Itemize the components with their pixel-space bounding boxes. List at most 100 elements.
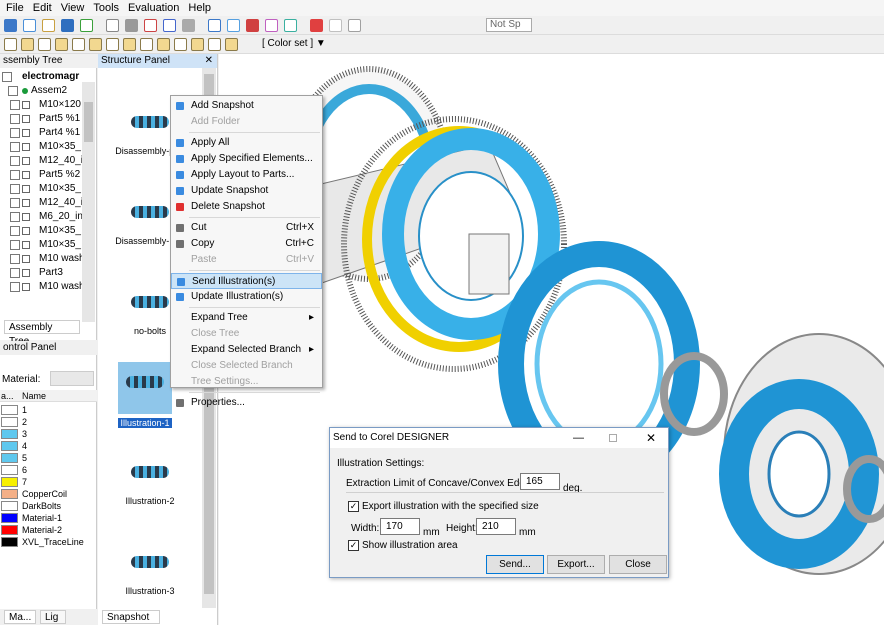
material-row[interactable]: 7 (0, 476, 97, 488)
toolbar-button-icon[interactable] (174, 38, 187, 51)
tree-item[interactable]: M10×35_ (10, 182, 81, 196)
checkbox[interactable] (10, 254, 20, 264)
checkbox[interactable] (10, 128, 20, 138)
snapshot-thumbnail[interactable]: Illustration-1 (118, 362, 172, 428)
menu-item-apply-layout-to-parts[interactable]: Apply Layout to Parts... (171, 167, 322, 183)
tree-assem[interactable]: Assem2 (8, 84, 67, 98)
menu-tools[interactable]: Tools (93, 2, 119, 14)
tree-item[interactable]: M6_20_in (10, 210, 83, 224)
menu-view[interactable]: View (61, 2, 85, 14)
tree-root[interactable]: electromagr (0, 70, 79, 84)
tree-item[interactable]: M12_40_i (10, 154, 83, 168)
tree-item[interactable]: M12_40_i (10, 196, 83, 210)
tree-item[interactable]: M10×35_ (10, 140, 81, 154)
close-button[interactable]: Close (609, 555, 667, 574)
minimize-icon[interactable]: — (573, 428, 584, 448)
material-row[interactable]: 5 (0, 452, 97, 464)
menu-file[interactable]: File (6, 2, 24, 14)
toolbar-button-icon[interactable] (157, 38, 170, 51)
toolbar-button-icon[interactable] (163, 19, 176, 32)
menu-item-send-illustration-s[interactable]: Send Illustration(s) (171, 273, 322, 289)
material-row[interactable]: Material-1 (0, 512, 97, 524)
checkbox[interactable] (10, 282, 20, 292)
tree-item[interactable]: M10 wash (10, 280, 85, 294)
toolbar-button-icon[interactable] (208, 38, 221, 51)
tree-item[interactable]: M10×35_ (10, 224, 81, 238)
menu-item-delete-snapshot[interactable]: Delete Snapshot (171, 199, 322, 215)
materials-tab[interactable]: Ma... (4, 610, 36, 624)
toolbar-button-icon[interactable] (42, 19, 55, 32)
toolbar-button-icon[interactable] (55, 38, 68, 51)
material-selector[interactable] (50, 371, 94, 386)
menu-item-update-illustration-s[interactable]: Update Illustration(s) (171, 289, 322, 305)
toolbar-button-icon[interactable] (329, 19, 342, 32)
checkbox[interactable] (10, 156, 20, 166)
toolbar-button-icon[interactable] (89, 38, 102, 51)
menu-item-add-snapshot[interactable]: Add Snapshot (171, 98, 322, 114)
assembly-tree-tab[interactable]: Assembly Tree (4, 320, 80, 347)
menu-item-cut[interactable]: Cut Ctrl+X (171, 220, 322, 236)
toolbar-button-icon[interactable] (123, 38, 136, 51)
tree-item[interactable]: M10×35_ (10, 238, 81, 252)
material-row[interactable]: 3 (0, 428, 97, 440)
menu-item-apply-all[interactable]: Apply All (171, 135, 322, 151)
toolbar-button-icon[interactable] (182, 19, 195, 32)
not-sp-dropdown[interactable]: Not Sp (486, 18, 532, 32)
material-row[interactable]: 6 (0, 464, 97, 476)
menu-help[interactable]: Help (188, 2, 211, 14)
tree-scrollbar[interactable] (82, 82, 95, 322)
close-icon[interactable]: ✕ (646, 428, 656, 448)
toolbar-button-icon[interactable] (72, 38, 85, 51)
toolbar-button-icon[interactable] (284, 19, 297, 32)
toolbar-button-icon[interactable] (4, 19, 17, 32)
tree-item[interactable]: M10×120 (10, 98, 81, 112)
toolbar-button-icon[interactable] (246, 19, 259, 32)
tree-item[interactable]: Part5 %2 (10, 168, 80, 182)
close-icon[interactable]: ✕ (205, 54, 213, 68)
toolbar-button-icon[interactable] (140, 38, 153, 51)
menu-item-update-snapshot[interactable]: Update Snapshot (171, 183, 322, 199)
height-input[interactable]: 210 (476, 518, 516, 535)
material-row[interactable]: 4 (0, 440, 97, 452)
toolbar-button-icon[interactable] (348, 19, 361, 32)
tree-item[interactable]: Part5 %1 (10, 112, 80, 126)
width-input[interactable]: 170 (380, 518, 420, 535)
checkbox[interactable] (10, 184, 20, 194)
menu-item-apply-specified-elements[interactable]: Apply Specified Elements... (171, 151, 322, 167)
toolbar-button-icon[interactable] (227, 19, 240, 32)
checkbox[interactable] (10, 268, 20, 278)
tree-item[interactable]: Part4 %1 (10, 126, 80, 140)
toolbar-button-icon[interactable] (208, 19, 221, 32)
material-row[interactable]: CopperCoil (0, 488, 97, 500)
snapshot-thumbnail[interactable]: Illustration-3 (100, 542, 200, 596)
toolbar-button-icon[interactable] (191, 38, 204, 51)
tree-item[interactable]: M10 wash (10, 252, 85, 266)
material-row[interactable]: DarkBolts (0, 500, 97, 512)
menu-item-copy[interactable]: Copy Ctrl+C (171, 236, 322, 252)
color-set-dropdown[interactable]: [ Color set ] ▼ (262, 37, 328, 51)
menu-item-properties[interactable]: Properties... (171, 395, 322, 411)
toolbar-button-icon[interactable] (125, 19, 138, 32)
toolbar-button-icon[interactable] (106, 38, 119, 51)
snapshot-tab[interactable]: Snapshot (102, 610, 160, 624)
checkbox[interactable] (10, 100, 20, 110)
tree-item[interactable]: Part3 (10, 266, 63, 280)
checkbox[interactable] (10, 170, 20, 180)
checkbox[interactable] (10, 114, 20, 124)
checkbox[interactable] (10, 212, 20, 222)
lights-tab[interactable]: Lig (40, 610, 66, 624)
material-row[interactable]: Material-2 (0, 524, 97, 536)
toolbar-button-icon[interactable] (61, 19, 74, 32)
toolbar-button-icon[interactable] (4, 38, 17, 51)
menu-edit[interactable]: Edit (33, 2, 52, 14)
material-row[interactable]: 2 (0, 416, 97, 428)
checkbox[interactable] (10, 142, 20, 152)
checkbox[interactable] (10, 226, 20, 236)
extraction-input[interactable]: 165 (520, 473, 560, 490)
checkbox[interactable] (10, 240, 20, 250)
material-row[interactable]: XVL_TraceLine (0, 536, 97, 548)
toolbar-button-icon[interactable] (144, 19, 157, 32)
toolbar-button-icon[interactable] (80, 19, 93, 32)
checkbox[interactable] (10, 198, 20, 208)
toolbar-button-icon[interactable] (265, 19, 278, 32)
